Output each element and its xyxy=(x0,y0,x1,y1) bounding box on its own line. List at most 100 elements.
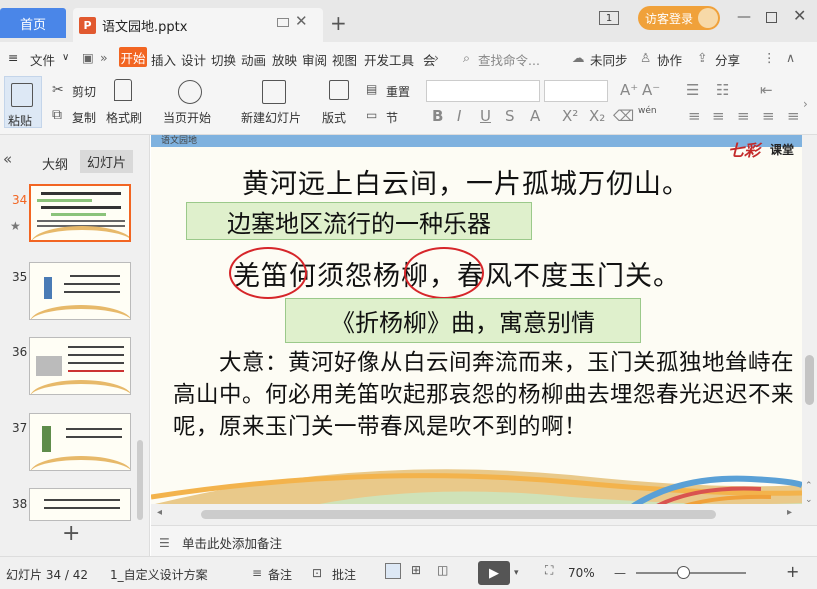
slide-vertical-scrollbar[interactable]: ⌃ ⌄ xyxy=(802,135,817,525)
tab-outline[interactable]: 大纲 xyxy=(42,154,68,173)
menu-more-icon[interactable]: › xyxy=(434,50,439,65)
decrease-font-icon[interactable]: A⁻ xyxy=(642,81,660,99)
font-family-select[interactable] xyxy=(426,80,540,102)
copy-button[interactable]: 复制 xyxy=(72,109,96,126)
zoom-slider[interactable] xyxy=(636,572,746,574)
home-tab[interactable]: 首页 xyxy=(0,8,66,38)
menu-start[interactable]: 开始 xyxy=(119,47,147,67)
more-options-icon[interactable]: ⋮ xyxy=(763,50,776,65)
menu-insert[interactable]: 插入 xyxy=(151,50,176,69)
hamburger-icon[interactable]: ≡ xyxy=(8,50,18,65)
italic-icon[interactable]: I xyxy=(457,107,461,125)
meaning-paragraph[interactable]: 大意：黄河好像从白云间奔流而来，玉门关孤独地耸峙在高山中。何必用羌笛吹起那哀怨的… xyxy=(173,347,798,443)
font-color-icon[interactable]: A xyxy=(530,107,540,125)
slide-horizontal-scrollbar[interactable]: ◂ ▸ xyxy=(151,504,802,525)
chevron-down-icon[interactable]: ∨ xyxy=(62,52,69,63)
numbered-list-icon[interactable]: ☷ xyxy=(716,81,729,99)
notes-placeholder[interactable]: 单击此处添加备注 xyxy=(182,533,282,552)
ribbon-scroll-right-icon[interactable]: › xyxy=(803,97,808,111)
collapse-panel-icon[interactable]: « xyxy=(3,150,12,168)
layout-button[interactable]: 版式 xyxy=(322,109,346,126)
collapse-ribbon-icon[interactable]: ∧ xyxy=(786,50,795,65)
notes-area[interactable]: ☰ 单击此处添加备注 xyxy=(151,525,817,556)
vertical-scroll-thumb[interactable] xyxy=(805,355,814,405)
menu-review[interactable]: 审阅 xyxy=(302,50,327,69)
visitor-login-button[interactable]: 访客登录 xyxy=(638,6,720,30)
align-center-icon[interactable]: ≡ xyxy=(712,107,725,125)
format-painter-button[interactable]: 格式刷 xyxy=(106,109,142,126)
slide-thumbnail-36[interactable] xyxy=(29,337,131,395)
page-badge-icon[interactable]: 1 xyxy=(599,11,619,25)
panel-scrollbar[interactable] xyxy=(137,440,143,520)
clear-format-icon[interactable]: ⌫ xyxy=(613,107,634,125)
justify-icon[interactable]: ≡ xyxy=(762,107,775,125)
underline-icon[interactable]: U xyxy=(480,107,491,125)
menu-file[interactable]: 文件 xyxy=(30,50,55,69)
increase-font-icon[interactable]: A⁺ xyxy=(620,81,638,99)
document-tab[interactable]: P 语文园地.pptx ✕ xyxy=(73,8,323,42)
search-input[interactable]: 查找命令... xyxy=(478,50,540,69)
slide-thumbnail-34[interactable] xyxy=(29,184,131,242)
slide-thumbnail-35[interactable] xyxy=(29,262,131,320)
align-left-icon[interactable]: ≡ xyxy=(688,107,701,125)
menu-transition[interactable]: 切换 xyxy=(211,50,236,69)
scroll-right-icon[interactable]: ▸ xyxy=(787,507,792,518)
pinyin-icon[interactable]: wén xyxy=(638,106,657,116)
play-options-chevron-icon[interactable]: ▾ xyxy=(514,568,519,578)
menu-animation[interactable]: 动画 xyxy=(241,50,266,69)
subscript-icon[interactable]: X₂ xyxy=(589,107,605,125)
paste-button[interactable]: 粘贴 xyxy=(4,76,42,128)
align-right-icon[interactable]: ≡ xyxy=(737,107,750,125)
tab-slides[interactable]: 幻灯片 xyxy=(80,150,133,173)
annotation-box-1[interactable]: 边塞地区流行的一种乐器 xyxy=(186,202,532,240)
normal-view-icon[interactable] xyxy=(385,563,401,579)
menu-slideshow[interactable]: 放映 xyxy=(272,50,297,69)
poem-line-1[interactable]: 黄河远上白云间，一片孤城万仞山。 xyxy=(242,162,690,201)
bold-icon[interactable]: B xyxy=(432,107,443,125)
menu-developer[interactable]: 开发工具 xyxy=(364,50,414,69)
fit-window-icon[interactable]: ⛶ xyxy=(545,563,553,578)
theme-name[interactable]: 1_自定义设计方案 xyxy=(110,566,208,583)
menu-view[interactable]: 视图 xyxy=(332,50,357,69)
horizontal-scroll-thumb[interactable] xyxy=(201,510,716,519)
maximize-icon[interactable] xyxy=(766,12,777,23)
next-slide-icon[interactable]: ⌄ xyxy=(805,495,813,505)
bullet-list-icon[interactable]: ☰ xyxy=(686,81,699,99)
close-tab-icon[interactable]: ✕ xyxy=(295,12,308,30)
cut-button[interactable]: 剪切 xyxy=(72,83,96,100)
save-icon[interactable]: ▣ xyxy=(82,50,94,65)
zoom-level[interactable]: 70% xyxy=(568,566,595,580)
slide-thumbnail-38[interactable] xyxy=(29,488,131,521)
notes-toggle-button[interactable]: 备注 xyxy=(268,566,292,583)
indent-icon[interactable]: ⇤ xyxy=(760,81,773,99)
slide-canvas[interactable]: 语文园地 七彩 课堂 黄河远上白云间，一片孤城万仞山。 边塞地区流行的一种乐器 … xyxy=(151,135,802,504)
play-slideshow-button[interactable]: ▶ xyxy=(478,561,510,585)
comments-button[interactable]: 批注 xyxy=(332,566,356,583)
reading-view-icon[interactable]: ◫ xyxy=(437,563,448,577)
annotation-box-2[interactable]: 《折杨柳》曲，寓意别情 xyxy=(285,298,641,343)
new-tab-icon[interactable]: + xyxy=(330,11,347,35)
prev-slide-icon[interactable]: ⌃ xyxy=(805,481,813,491)
window-preview-icon[interactable] xyxy=(277,18,289,27)
superscript-icon[interactable]: X² xyxy=(562,107,578,125)
slide-sorter-icon[interactable]: ⊞ xyxy=(411,563,421,577)
collab-button[interactable]: 协作 xyxy=(657,50,682,69)
menu-design[interactable]: 设计 xyxy=(181,50,206,69)
from-current-button[interactable]: 当页开始 xyxy=(163,109,211,126)
zoom-in-icon[interactable]: + xyxy=(786,562,799,581)
more-quick-icon[interactable]: » xyxy=(100,50,108,65)
zoom-slider-knob[interactable] xyxy=(677,566,690,579)
distribute-icon[interactable]: ≡ xyxy=(787,107,800,125)
share-button[interactable]: 分享 xyxy=(715,50,740,69)
new-slide-button[interactable]: 新建幻灯片 xyxy=(241,109,301,126)
font-size-select[interactable] xyxy=(544,80,608,102)
scroll-left-icon[interactable]: ◂ xyxy=(157,507,162,518)
zoom-out-icon[interactable]: — xyxy=(614,566,626,580)
unsync-button[interactable]: 未同步 xyxy=(590,50,628,69)
slide-thumbnail-37[interactable] xyxy=(29,413,131,471)
add-slide-icon[interactable]: + xyxy=(62,521,80,546)
reset-button[interactable]: 重置 xyxy=(386,83,410,100)
section-button[interactable]: 节 xyxy=(386,109,398,126)
close-window-icon[interactable]: ✕ xyxy=(793,6,806,25)
minimize-icon[interactable]: — xyxy=(737,9,751,25)
